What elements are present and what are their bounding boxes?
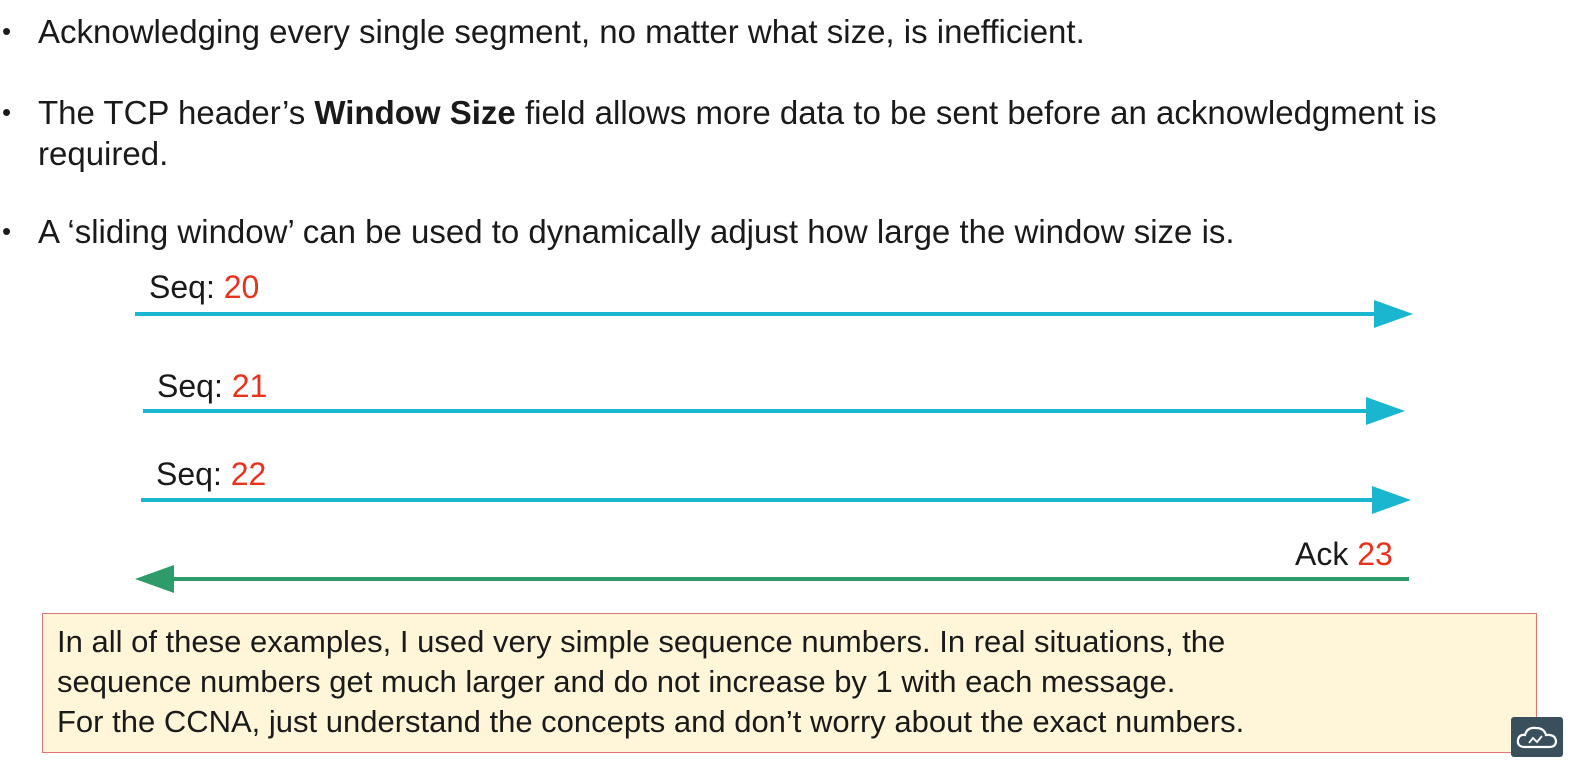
ack-prefix: Ack: [1295, 536, 1358, 572]
note-line: For the CCNA, just understand the concep…: [57, 704, 1245, 739]
seq-prefix: Seq:: [149, 269, 224, 305]
seq-label: Seq: 22: [156, 456, 266, 492]
ack-arrow-23: [135, 565, 1409, 593]
seq-number: 22: [230, 456, 267, 492]
seq-arrow-22: [141, 486, 1411, 514]
ack-number: 23: [1357, 536, 1393, 572]
seq-arrow-21: [143, 397, 1405, 425]
seq-prefix: Seq:: [157, 368, 232, 404]
note-line: sequence numbers get much larger and do …: [57, 664, 1176, 699]
seq-number: 21: [231, 368, 268, 404]
seq-prefix: Seq:: [156, 456, 231, 492]
seq-arrow-20: [135, 300, 1413, 328]
cloud-logo-icon: [1511, 717, 1563, 757]
note-line: In all of these examples, I used very si…: [57, 624, 1226, 659]
note-box: In all of these examples, I used very si…: [42, 613, 1537, 753]
seq-number: 20: [223, 269, 260, 305]
seq-label: Seq: 21: [157, 368, 267, 404]
seq-label: Seq: 20: [149, 269, 259, 305]
ack-label: Ack 23: [1295, 536, 1393, 572]
